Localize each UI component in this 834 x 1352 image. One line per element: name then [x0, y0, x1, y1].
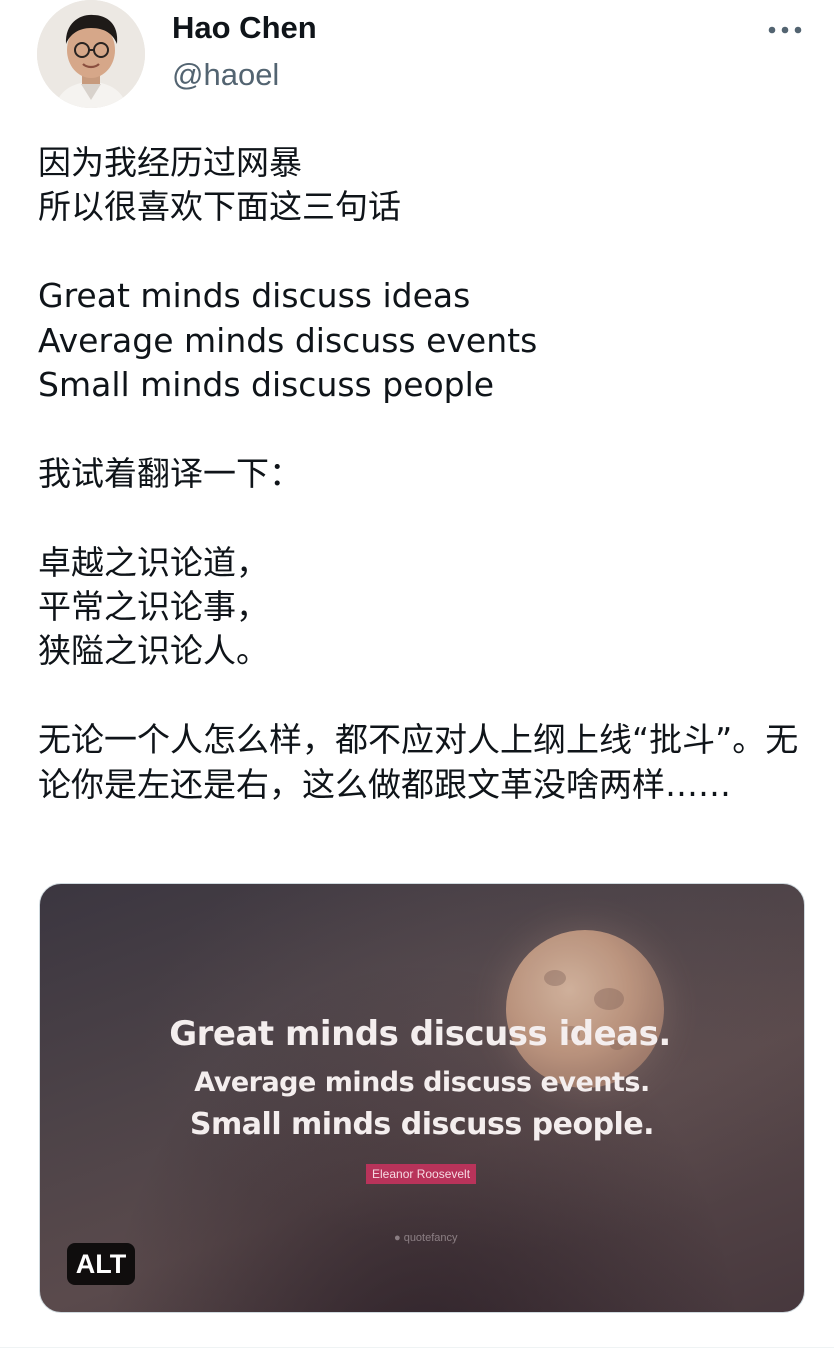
avatar[interactable]	[37, 0, 145, 108]
avatar-photo	[37, 0, 145, 108]
display-name[interactable]: Hao Chen	[172, 8, 317, 48]
more-horizontal-icon	[768, 26, 802, 34]
tweet-media-image[interactable]: Great minds discuss ideas. Average minds…	[39, 883, 805, 1313]
image-quote-line-1: Great minds discuss ideas.	[169, 1014, 671, 1054]
alt-text-button[interactable]: ALT	[67, 1243, 135, 1285]
image-author-tag: Eleanor Roosevelt	[366, 1164, 477, 1184]
media-background	[40, 884, 804, 1312]
image-quote-line-3: Small minds discuss people.	[189, 1107, 655, 1142]
image-quote-line-2: Average minds discuss events.	[194, 1067, 650, 1098]
divider	[0, 1347, 834, 1348]
image-watermark: ● quotefancy	[394, 1232, 458, 1244]
tweet-text: 因为我经历过网暴 所以很喜欢下面这三句话 Great minds discuss…	[38, 143, 799, 804]
more-options-button[interactable]	[760, 10, 810, 50]
moon-image	[506, 930, 664, 1088]
user-handle[interactable]: @haoel	[172, 55, 279, 95]
